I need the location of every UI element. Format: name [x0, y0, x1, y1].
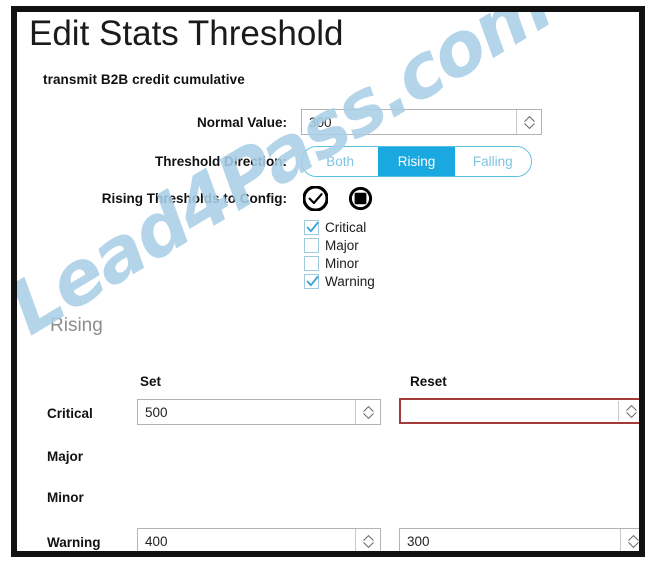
checkbox-row-minor[interactable]: Minor	[304, 254, 375, 272]
stat-name-subtitle: transmit B2B credit cumulative	[43, 72, 245, 87]
dialog-canvas: Edit Stats Threshold transmit B2B credit…	[17, 12, 639, 551]
checkbox-row-major[interactable]: Major	[304, 236, 375, 254]
dialog-frame: Edit Stats Threshold transmit B2B credit…	[11, 6, 645, 557]
row-label-minor: Minor	[47, 490, 84, 505]
segment-rising[interactable]: Rising	[378, 147, 455, 176]
checkbox-label-minor: Minor	[325, 255, 359, 271]
critical-reset-value	[402, 401, 618, 421]
watermark-text: Lead4Pass.com	[11, 6, 565, 352]
warning-set-input[interactable]: 400	[137, 528, 381, 551]
warning-reset-value: 300	[407, 534, 430, 549]
critical-reset-spinner[interactable]	[618, 401, 639, 421]
rising-thresholds-to-config-label: Rising Thresholds to Config:	[101, 191, 287, 206]
warning-reset-spinner[interactable]	[620, 529, 639, 551]
warning-set-value: 400	[145, 534, 168, 549]
screenshot-root: Edit Stats Threshold transmit B2B credit…	[0, 0, 659, 568]
row-label-warning: Warning	[47, 535, 101, 550]
checkbox-row-warning[interactable]: Warning	[304, 272, 375, 290]
normal-value-label: Normal Value:	[196, 115, 287, 130]
threshold-direction-label: Threshold Direction:	[154, 154, 287, 169]
checkbox-label-critical: Critical	[325, 219, 367, 235]
normal-value-spinner[interactable]	[516, 110, 541, 134]
segment-both[interactable]: Both	[302, 147, 379, 176]
row-label-critical: Critical	[47, 406, 93, 421]
warning-set-spinner[interactable]	[355, 529, 380, 551]
critical-set-spinner[interactable]	[355, 400, 380, 424]
checkbox-label-major: Major	[325, 237, 359, 253]
rising-threshold-checkbox-list: Critical Major Minor Warning	[304, 218, 375, 290]
checkbox-label-warning: Warning	[325, 273, 375, 289]
warning-reset-input[interactable]: 300	[399, 528, 639, 551]
column-header-set: Set	[140, 374, 162, 389]
normal-value-text: 300	[309, 115, 332, 130]
filled-square-circle-icon	[348, 186, 373, 211]
check-circle-icon	[302, 185, 329, 212]
checkbox-minor[interactable]	[304, 255, 319, 271]
normal-value-input[interactable]: 300	[301, 109, 542, 135]
column-header-reset: Reset	[410, 374, 447, 389]
row-label-major: Major	[47, 449, 84, 464]
checkbox-major[interactable]	[304, 237, 319, 253]
segment-falling[interactable]: Falling	[454, 147, 531, 176]
threshold-direction-segmented-control[interactable]: Both Rising Falling	[301, 146, 532, 177]
checkbox-critical[interactable]	[304, 219, 319, 235]
checkbox-row-critical[interactable]: Critical	[304, 218, 375, 236]
checkbox-warning[interactable]	[304, 273, 319, 289]
critical-set-input[interactable]: 500	[137, 399, 381, 425]
page-title: Edit Stats Threshold	[29, 14, 344, 53]
section-heading-rising: Rising	[50, 315, 103, 336]
critical-reset-input[interactable]	[399, 398, 639, 424]
critical-set-value: 500	[145, 405, 168, 420]
